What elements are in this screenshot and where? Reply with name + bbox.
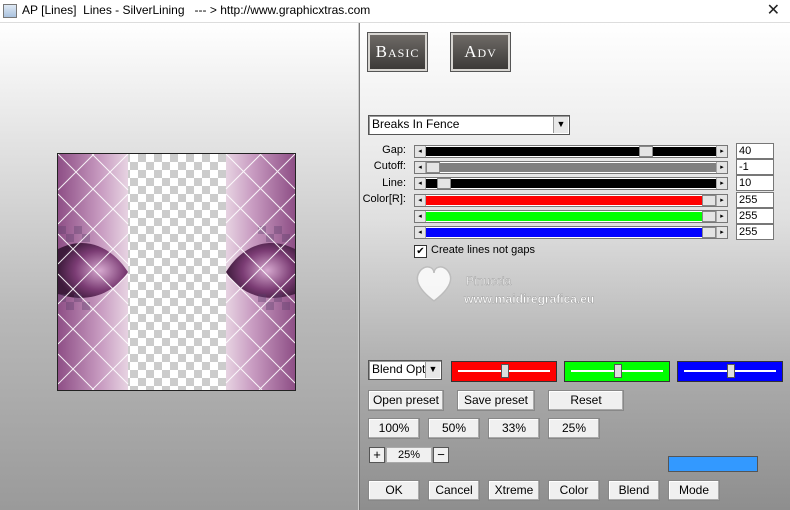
open-preset-button[interactable]: Open preset [368, 390, 444, 411]
cancel-button[interactable]: Cancel [428, 480, 480, 501]
color-r-track[interactable] [426, 195, 716, 206]
line-slider[interactable]: ◂ ▸ [414, 177, 728, 190]
zoom-25-button[interactable]: 25% [548, 418, 600, 439]
color-r-label: Color[R]: [362, 193, 406, 205]
zoom-33-button[interactable]: 33% [488, 418, 540, 439]
chevron-down-icon[interactable]: ▼ [425, 362, 440, 378]
gap-track[interactable] [426, 146, 716, 157]
color-g-value-input[interactable]: 255 [736, 208, 774, 224]
arrow-left-icon[interactable]: ◂ [415, 211, 426, 222]
cutoff-thumb[interactable] [426, 162, 440, 173]
checkmark-icon: ✔ [416, 246, 425, 257]
blend-blue-slider[interactable] [677, 361, 783, 382]
line-thumb[interactable] [437, 178, 451, 189]
color-g-slider[interactable]: ◂ ▸ [414, 210, 728, 223]
zoom-100-button[interactable]: 100% [368, 418, 420, 439]
arrow-right-icon[interactable]: ▸ [716, 227, 727, 238]
effect-select[interactable]: Breaks In Fence ▼ [368, 115, 570, 135]
arrow-right-icon[interactable]: ▸ [716, 211, 727, 222]
adv-mode-button[interactable]: Adv [451, 33, 510, 71]
blend-green-slider[interactable] [564, 361, 670, 382]
cutoff-track[interactable] [426, 162, 716, 173]
arrow-left-icon[interactable]: ◂ [415, 227, 426, 238]
line-value-input[interactable]: 10 [736, 175, 774, 191]
arrow-left-icon[interactable]: ◂ [415, 195, 426, 206]
arrow-right-icon[interactable]: ▸ [716, 162, 727, 173]
color-b-slider[interactable]: ◂ ▸ [414, 226, 728, 239]
color-g-track[interactable] [426, 211, 716, 222]
blend-button[interactable]: Blend [608, 480, 660, 501]
zoom-in-button[interactable]: + [369, 447, 385, 463]
color-b-track[interactable] [426, 227, 716, 238]
color-b-value-input[interactable]: 255 [736, 224, 774, 240]
blend-blue-thumb[interactable] [727, 364, 735, 378]
color-g-thumb[interactable] [702, 211, 716, 222]
color-r-value-input[interactable]: 255 [736, 192, 774, 208]
close-icon[interactable]: ✕ [767, 0, 780, 20]
blend-red-slider[interactable] [451, 361, 557, 382]
color-swatch[interactable] [668, 456, 758, 472]
color-button[interactable]: Color [548, 480, 600, 501]
blend-green-thumb[interactable] [614, 364, 622, 378]
gap-thumb[interactable] [639, 146, 653, 157]
preview-image [57, 153, 296, 391]
basic-mode-button[interactable]: Basic [368, 33, 427, 71]
xtreme-button[interactable]: Xtreme [488, 480, 540, 501]
chevron-down-icon[interactable]: ▼ [553, 117, 568, 133]
create-lines-checkbox[interactable]: ✔ [414, 245, 427, 258]
effect-select-value: Breaks In Fence [372, 117, 460, 131]
zoom-50-button[interactable]: 50% [428, 418, 480, 439]
blend-red-thumb[interactable] [501, 364, 509, 378]
color-r-thumb[interactable] [702, 195, 716, 206]
color-b-thumb[interactable] [702, 227, 716, 238]
reset-button[interactable]: Reset [548, 390, 624, 411]
arrow-left-icon[interactable]: ◂ [415, 162, 426, 173]
cutoff-value-input[interactable]: -1 [736, 159, 774, 175]
arrow-right-icon[interactable]: ▸ [716, 146, 727, 157]
gap-slider[interactable]: ◂ ▸ [414, 145, 728, 158]
gap-label: Gap: [382, 144, 406, 156]
color-r-slider[interactable]: ◂ ▸ [414, 194, 728, 207]
arrow-right-icon[interactable]: ▸ [716, 195, 727, 206]
blend-options-value: Blend Optio [372, 362, 425, 376]
gap-value-input[interactable]: 40 [736, 143, 774, 159]
create-lines-label: Create lines not gaps [431, 244, 535, 256]
line-label: Line: [382, 177, 406, 189]
arrow-left-icon[interactable]: ◂ [415, 146, 426, 157]
title-bar: AP [Lines] Lines - SilverLining --- > ht… [0, 0, 790, 23]
ok-button[interactable]: OK [368, 480, 420, 501]
zoom-out-button[interactable]: − [433, 447, 449, 463]
arrow-left-icon[interactable]: ◂ [415, 178, 426, 189]
line-track[interactable] [426, 178, 716, 189]
window-title: AP [Lines] Lines - SilverLining --- > ht… [22, 3, 371, 17]
blend-options-select[interactable]: Blend Optio ▼ [368, 360, 442, 380]
arrow-right-icon[interactable]: ▸ [716, 178, 727, 189]
cutoff-slider[interactable]: ◂ ▸ [414, 161, 728, 174]
app-icon [3, 4, 17, 18]
cutoff-label: Cutoff: [373, 160, 406, 172]
save-preset-button[interactable]: Save preset [457, 390, 535, 411]
mode-button[interactable]: Mode [668, 480, 720, 501]
zoom-level: 25% [386, 447, 432, 463]
